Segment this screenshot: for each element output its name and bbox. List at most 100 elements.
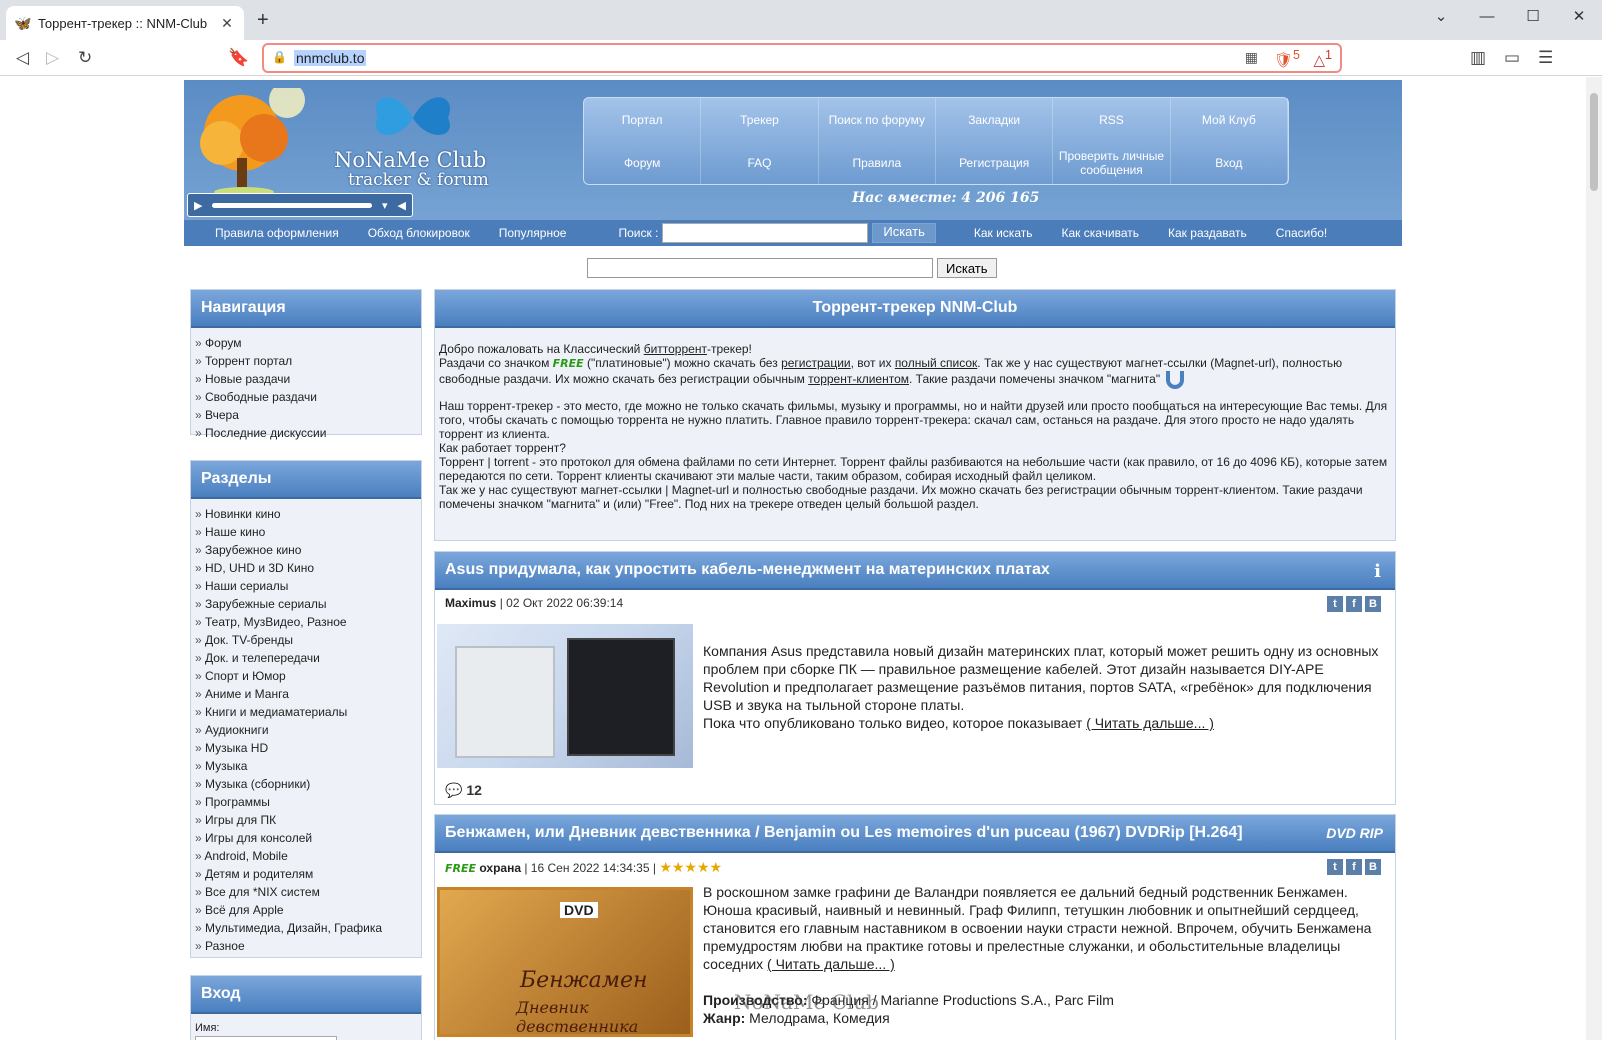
menu-forum[interactable]: Форум: [584, 141, 702, 184]
menu-register[interactable]: Регистрация: [936, 141, 1054, 184]
section-item[interactable]: Разное: [195, 937, 417, 955]
menu-my-club[interactable]: Мой Клуб: [1171, 98, 1288, 141]
section-item[interactable]: Android, Mobile: [195, 847, 417, 865]
vk-icon[interactable]: B: [1365, 859, 1381, 875]
minimize-icon[interactable]: —: [1464, 0, 1510, 32]
registration-link[interactable]: регистрации: [781, 356, 851, 370]
section-item[interactable]: Зарубежные сериалы: [195, 595, 417, 613]
url-text[interactable]: nnmclub.to: [294, 50, 367, 66]
comments-count[interactable]: 💬 12: [445, 782, 482, 799]
release-author[interactable]: охрана: [479, 861, 521, 875]
menu-check-messages[interactable]: Проверить личные сообщения: [1053, 141, 1171, 184]
brave-shield-icon[interactable]: 🛡5: [1274, 48, 1300, 69]
section-item[interactable]: Музыка (сборники): [195, 775, 417, 793]
scrollbar-thumb[interactable]: [1590, 93, 1598, 191]
reload-icon[interactable]: ↻: [78, 48, 92, 68]
section-item[interactable]: Книги и медиаматериалы: [195, 703, 417, 721]
nav-item-free[interactable]: Свободные раздачи: [195, 388, 417, 406]
page-scrollbar[interactable]: [1586, 77, 1602, 1040]
new-tab-button[interactable]: +: [257, 10, 269, 30]
section-item[interactable]: Док. TV-бренды: [195, 631, 417, 649]
section-item[interactable]: Спорт и Юмор: [195, 667, 417, 685]
section-item[interactable]: Все для *NIX систем: [195, 883, 417, 901]
news-title[interactable]: Asus придумала, как упростить кабель-мен…: [435, 552, 1395, 590]
full-list-link[interactable]: полный список: [895, 356, 977, 370]
facebook-icon[interactable]: f: [1346, 596, 1362, 612]
menu-faq[interactable]: FAQ: [701, 141, 819, 184]
header-search-input[interactable]: [662, 223, 869, 243]
section-item[interactable]: Музыка: [195, 757, 417, 775]
bookmark-icon[interactable]: 🔖: [228, 48, 249, 68]
subnav-rules-link[interactable]: Правила оформления: [215, 226, 339, 240]
address-bar[interactable]: 🔒 nnmclub.to ▦ 🛡5 △1: [262, 43, 1342, 73]
menu-tracker[interactable]: Трекер: [701, 98, 819, 141]
section-item[interactable]: Док. и телепередачи: [195, 649, 417, 667]
section-item[interactable]: Театр, МузВидео, Разное: [195, 613, 417, 631]
section-item[interactable]: Игры для ПК: [195, 811, 417, 829]
login-name-input[interactable]: [195, 1036, 337, 1040]
back-icon[interactable]: ◁: [16, 48, 29, 68]
section-item[interactable]: HD, UHD и 3D Кино: [195, 559, 417, 577]
qr-code-icon[interactable]: ▦: [1245, 49, 1258, 66]
site-logo-text[interactable]: NoNaMe Club tracker & forum: [334, 150, 489, 191]
release-title[interactable]: Бенжамен, или Дневник девственника / Ben…: [435, 815, 1395, 853]
twitter-icon[interactable]: t: [1327, 596, 1343, 612]
section-item[interactable]: Аниме и Манга: [195, 685, 417, 703]
google-search-button[interactable]: Искать: [937, 258, 997, 278]
menu-forum-search[interactable]: Поиск по форуму: [819, 98, 936, 141]
facebook-icon[interactable]: f: [1346, 859, 1362, 875]
close-window-icon[interactable]: ✕: [1556, 0, 1602, 32]
dropdown-icon[interactable]: ▾: [382, 199, 388, 212]
subnav-how-seed-link[interactable]: Как раздавать: [1168, 226, 1247, 240]
section-item[interactable]: Наше кино: [195, 523, 417, 541]
brave-rewards-icon[interactable]: △1: [1314, 48, 1333, 69]
menu-portal[interactable]: Портал: [584, 98, 702, 141]
lock-icon[interactable]: 🔒: [272, 50, 287, 64]
browser-tab[interactable]: 🦋 Торрент-трекер :: NNM-Club ✕: [6, 6, 244, 40]
close-tab-icon[interactable]: ✕: [218, 15, 236, 32]
nav-item-torrent-portal[interactable]: Торрент портал: [195, 352, 417, 370]
section-item[interactable]: Мультимедиа, Дизайн, Графика: [195, 919, 417, 937]
release-read-more-link[interactable]: ( Читать дальше... ): [767, 956, 895, 972]
news-author[interactable]: Maximus: [445, 596, 496, 610]
news-image[interactable]: [437, 624, 693, 768]
subnav-popular-link[interactable]: Популярное: [499, 226, 567, 240]
volume-icon[interactable]: ◀: [398, 199, 406, 212]
section-item[interactable]: Зарубежное кино: [195, 541, 417, 559]
menu-rules[interactable]: Правила: [819, 141, 936, 184]
wallet-icon[interactable]: ▭: [1504, 48, 1520, 68]
header-search-button[interactable]: Искать: [872, 223, 936, 243]
section-item[interactable]: Новинки кино: [195, 505, 417, 523]
tab-search-icon[interactable]: ⌄: [1418, 0, 1464, 32]
torrent-client-link[interactable]: торрент-клиентом: [808, 372, 909, 386]
nav-item-discussions[interactable]: Последние дискуссии: [195, 424, 417, 442]
nav-item-yesterday[interactable]: Вчера: [195, 406, 417, 424]
news-title-text[interactable]: Asus придумала, как упростить кабель-мен…: [445, 561, 1050, 579]
read-more-link[interactable]: ( Читать дальше... ): [1086, 715, 1214, 731]
section-item[interactable]: Аудиокниги: [195, 721, 417, 739]
section-item[interactable]: Музыка HD: [195, 739, 417, 757]
section-item[interactable]: Всё для Apple: [195, 901, 417, 919]
maximize-icon[interactable]: ☐: [1510, 0, 1556, 32]
subnav-how-download-link[interactable]: Как скачивать: [1061, 226, 1139, 240]
section-item[interactable]: Игры для консолей: [195, 829, 417, 847]
menu-login[interactable]: Вход: [1171, 141, 1288, 184]
sidebar-toggle-icon[interactable]: ▥: [1470, 48, 1486, 68]
nav-item-new[interactable]: Новые раздачи: [195, 370, 417, 388]
play-icon[interactable]: ▶: [194, 199, 202, 212]
menu-bookmarks[interactable]: Закладки: [936, 98, 1054, 141]
release-title-text[interactable]: Бенжамен, или Дневник девственника / Ben…: [445, 824, 1243, 842]
google-search-input[interactable]: [587, 258, 933, 278]
section-item[interactable]: Наши сериалы: [195, 577, 417, 595]
vk-icon[interactable]: B: [1365, 596, 1381, 612]
subnav-thanks-link[interactable]: Спасибо!: [1276, 226, 1327, 240]
subnav-bypass-link[interactable]: Обход блокировок: [368, 226, 470, 240]
poster-image[interactable]: DVD Бенжамен Дневник девственника: [437, 887, 693, 1037]
nav-item-forum[interactable]: Форум: [195, 334, 417, 352]
bittorrent-link[interactable]: битторрент: [644, 342, 707, 356]
subnav-how-search-link[interactable]: Как искать: [974, 226, 1033, 240]
menu-rss[interactable]: RSS: [1053, 98, 1171, 141]
section-item[interactable]: Программы: [195, 793, 417, 811]
forward-icon[interactable]: ▷: [46, 48, 59, 68]
twitter-icon[interactable]: t: [1327, 859, 1343, 875]
